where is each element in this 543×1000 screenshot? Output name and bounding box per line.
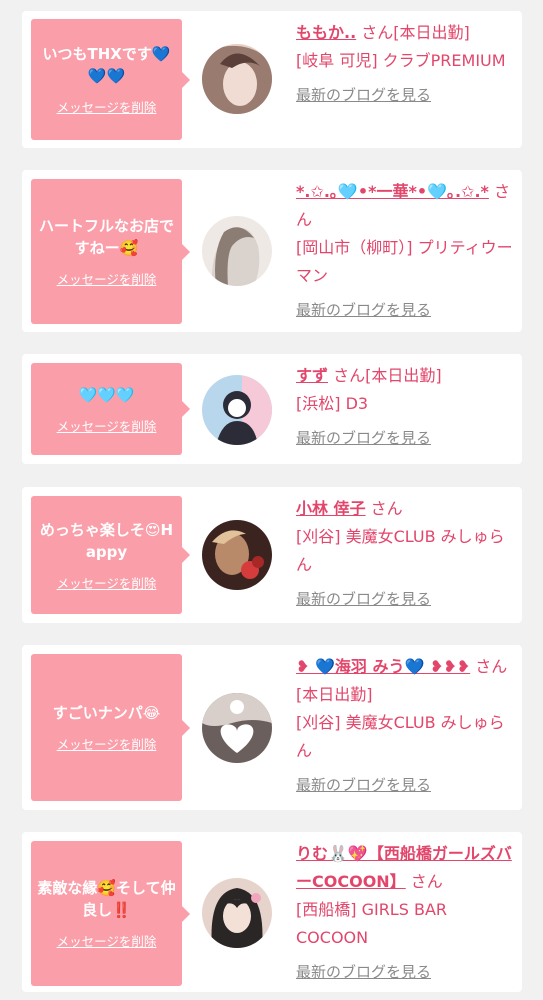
cast-name-link[interactable]: ももか.. (296, 23, 356, 42)
cast-info: すず さん[本日出勤] [浜松] D3 最新のブログを見る (296, 362, 514, 452)
delete-message-link[interactable]: メッセージを削除 (57, 931, 157, 950)
honorific: さん (333, 366, 366, 385)
message-text: いつもTHXです💙💙💙 (42, 45, 171, 85)
message-bubble: 🩵🩵🩵 メッセージを削除 (31, 363, 190, 455)
latest-blog-link[interactable]: 最新のブログを見る (296, 424, 431, 452)
avatar-photo (202, 375, 272, 445)
delete-message-link[interactable]: メッセージを削除 (57, 269, 157, 288)
avatar-photo (202, 878, 272, 948)
avatar-photo (202, 216, 272, 286)
message-text: 🩵🩵🩵 (78, 385, 135, 404)
cast-info: 小林 倖子 さん [刈谷] 美魔女CLUB みしゅらん 最新のブログを見る (296, 495, 514, 613)
delete-message-link[interactable]: メッセージを削除 (57, 573, 157, 592)
message-text: ハートフルなお店ですねー🥰 (38, 217, 174, 257)
cast-name-link[interactable]: *.✩.｡🩵•*一華*•🩵｡.✩.* (296, 182, 489, 201)
avatar[interactable] (202, 44, 272, 114)
status-badge: [本日出勤] (393, 23, 470, 42)
avatar-photo (202, 44, 272, 114)
message-bubble: すごいナンパ😂 メッセージを削除 (31, 654, 190, 801)
card: 素敵な縁🥰そして仲良し‼️ メッセージを削除 りむ🐰💖【西船橋ガールズバーCOC… (22, 832, 522, 992)
card: すごいナンパ😂 メッセージを削除 ❥ 💙海羽 みう💙 ❥❥❥ さん [本日出勤] … (22, 645, 522, 810)
honorific: さん (410, 872, 443, 891)
card: いつもTHXです💙💙💙 メッセージを削除 ももか.. さん[本日出勤] [岐阜 … (22, 11, 522, 148)
avatar[interactable] (202, 375, 272, 445)
card: めっちゃ楽しそ😍Happy メッセージを削除 小林 倖子 さん [刈谷] 美魔女… (22, 487, 522, 623)
shop-location: [西船橋] GIRLS BAR COCOON (296, 900, 448, 947)
message-bubble: 素敵な縁🥰そして仲良し‼️ メッセージを削除 (31, 841, 190, 986)
card: ハートフルなお店ですねー🥰 メッセージを削除 *.✩.｡🩵•*一華*•🩵｡.✩.… (22, 170, 522, 332)
delete-message-link[interactable]: メッセージを削除 (57, 734, 157, 753)
avatar[interactable] (202, 693, 272, 763)
delete-message-link[interactable]: メッセージを削除 (57, 416, 157, 435)
shop-location: [岡山市（柳町）] プリティウーマン (296, 238, 513, 285)
avatar-photo (202, 520, 272, 590)
cast-info: りむ🐰💖【西船橋ガールズバーCOCOON】 さん [西船橋] GIRLS BAR… (296, 840, 514, 986)
cast-name-link[interactable]: ❥ 💙海羽 みう💙 ❥❥❥ (296, 657, 470, 676)
message-text: すごいナンパ😂 (52, 704, 161, 722)
shop-location: [岐阜 可児] クラブPREMIUM (296, 51, 506, 70)
status-badge: [本日出勤] (296, 685, 373, 704)
delete-message-link[interactable]: メッセージを削除 (57, 97, 157, 116)
message-bubble: めっちゃ楽しそ😍Happy メッセージを削除 (31, 496, 190, 614)
shop-location: [刈谷] 美魔女CLUB みしゅらん (296, 713, 505, 760)
latest-blog-link[interactable]: 最新のブログを見る (296, 296, 431, 324)
shop-location: [刈谷] 美魔女CLUB みしゅらん (296, 527, 505, 574)
cast-name-link[interactable]: りむ🐰💖【西船橋ガールズバーCOCOON】 (296, 844, 512, 891)
avatar[interactable] (202, 878, 272, 948)
avatar[interactable] (202, 520, 272, 590)
latest-blog-link[interactable]: 最新のブログを見る (296, 958, 431, 986)
shop-location: [浜松] D3 (296, 394, 369, 413)
cast-info: *.✩.｡🩵•*一華*•🩵｡.✩.* さん [岡山市（柳町）] プリティウーマン… (296, 178, 514, 324)
message-list: いつもTHXです💙💙💙 メッセージを削除 ももか.. さん[本日出勤] [岐阜 … (0, 0, 543, 1000)
cast-name-link[interactable]: すず (296, 366, 328, 385)
avatar[interactable] (202, 216, 272, 286)
message-text: 素敵な縁🥰そして仲良し‼️ (37, 879, 176, 919)
cast-name-link[interactable]: 小林 倖子 (296, 499, 366, 518)
avatar-photo (202, 693, 272, 763)
cast-info: ももか.. さん[本日出勤] [岐阜 可児] クラブPREMIUM 最新のブログ… (296, 19, 514, 109)
message-bubble: いつもTHXです💙💙💙 メッセージを削除 (31, 19, 190, 140)
honorific: さん (361, 23, 394, 42)
card: 🩵🩵🩵 メッセージを削除 すず さん[本日出勤] [浜松] D3 最新のブログを… (22, 354, 522, 464)
message-text: めっちゃ楽しそ😍Happy (39, 520, 174, 561)
latest-blog-link[interactable]: 最新のブログを見る (296, 585, 431, 613)
latest-blog-link[interactable]: 最新のブログを見る (296, 81, 431, 109)
cast-info: ❥ 💙海羽 みう💙 ❥❥❥ さん [本日出勤] [刈谷] 美魔女CLUB みしゅら… (296, 653, 514, 799)
status-badge: [本日出勤] (365, 366, 442, 385)
latest-blog-link[interactable]: 最新のブログを見る (296, 771, 431, 799)
honorific: さん (475, 657, 508, 676)
honorific: さん (370, 499, 403, 518)
message-bubble: ハートフルなお店ですねー🥰 メッセージを削除 (31, 179, 190, 324)
